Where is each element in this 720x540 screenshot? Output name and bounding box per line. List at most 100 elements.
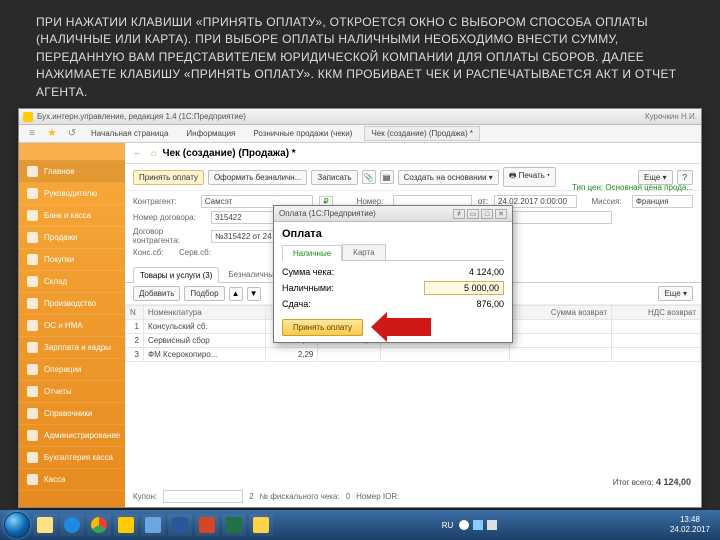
home-icon — [27, 166, 38, 177]
sidebar: Главное Руководителю Банк и касса Продаж… — [19, 143, 125, 507]
menu-icon[interactable]: ≡ — [25, 127, 39, 141]
label-cash: Наличными: — [282, 283, 334, 293]
favorite-icon[interactable]: ★ — [45, 127, 59, 141]
input-cash[interactable]: 5 000,00 — [424, 281, 504, 295]
grid-down-icon[interactable]: ▼ — [247, 287, 261, 301]
noncash-button[interactable]: Оформить безналичн... — [208, 170, 307, 185]
write-button[interactable]: Записать — [311, 170, 357, 185]
salary-icon — [27, 342, 38, 353]
top-toolbar: ≡ ★ ↺ Начальная страница Информация Розн… — [19, 125, 701, 143]
label-fiscal: № фискального чека: — [260, 492, 340, 501]
tray-sound-icon[interactable] — [487, 520, 497, 530]
notes-icon[interactable]: ▤ — [380, 170, 394, 184]
bank-icon — [27, 210, 38, 221]
tray-icon[interactable] — [459, 520, 469, 530]
sidebar-item-salary[interactable]: Зарплата и кадры — [19, 337, 125, 359]
sidebar-item-admin[interactable]: Администрирование — [19, 425, 125, 447]
dict-icon — [27, 408, 38, 419]
taskbar-explorer-icon[interactable] — [33, 514, 57, 536]
home-nav-icon[interactable]: ⌂ — [151, 148, 156, 158]
current-user: Курочкин Н.И. — [645, 112, 697, 121]
input-coupon[interactable] — [163, 490, 243, 503]
label-mission: Миссия: — [591, 197, 625, 206]
label-kons: Конс.сб: — [133, 248, 173, 257]
label-contract: Договор контрагента: — [133, 227, 205, 245]
grid-more-button[interactable]: Еще ▾ — [658, 286, 693, 301]
input-mission[interactable]: Франция — [632, 195, 693, 208]
dlg-close-icon[interactable]: ✕ — [495, 209, 507, 219]
sidebar-item-main[interactable]: Главное — [19, 161, 125, 183]
tab-retail[interactable]: Розничные продажи (чеки) — [247, 127, 358, 140]
sidebar-item-dictionaries[interactable]: Справочники — [19, 403, 125, 425]
label-ior: Номер IOR: — [356, 492, 399, 501]
tab-start[interactable]: Начальная страница — [85, 127, 174, 140]
taskbar-clock[interactable]: 13:48 24.02.2017 — [664, 515, 716, 534]
kassa-icon — [27, 452, 38, 463]
value-change: 876,00 — [424, 299, 504, 309]
window-title: Бух.интерн.управление, редакция 1.4 (1С:… — [37, 112, 246, 121]
tab-goods[interactable]: Товары и услуги (3) — [133, 267, 219, 283]
attach-icon[interactable]: 📎 — [362, 170, 376, 184]
sidebar-item-sales[interactable]: Продажи — [19, 227, 125, 249]
windows-taskbar: RU 13:48 24.02.2017 — [0, 510, 720, 540]
assets-icon — [27, 320, 38, 331]
sidebar-item-kassa[interactable]: Касса — [19, 469, 125, 491]
dlg-tool-icon[interactable]: ҂ — [453, 209, 465, 219]
fiscal-value: 2 — [249, 492, 253, 501]
dialog-accept-button[interactable]: Принять оплату — [282, 319, 363, 336]
taskbar-app-icon[interactable] — [141, 514, 165, 536]
taskbar-yandex-icon[interactable] — [114, 514, 138, 536]
sidebar-item-operations[interactable]: Операции — [19, 359, 125, 381]
callout-arrow — [385, 318, 431, 336]
onec-window: Бух.интерн.управление, редакция 1.4 (1С:… — [18, 108, 702, 508]
tab-card[interactable]: Карта — [342, 244, 385, 260]
sidebar-item-bank[interactable]: Банк и касса — [19, 205, 125, 227]
taskbar-word-icon[interactable] — [168, 514, 192, 536]
tab-info[interactable]: Информация — [180, 127, 241, 140]
grid-fill-button[interactable]: Подбор — [184, 286, 224, 301]
warehouse-icon — [27, 276, 38, 287]
purchase-icon — [27, 254, 38, 265]
reports-icon — [27, 386, 38, 397]
tab-cheque[interactable]: Чек (создание) (Продажа) * — [364, 126, 480, 141]
sidebar-item-manager[interactable]: Руководителю — [19, 183, 125, 205]
dlg-min-icon[interactable]: ▭ — [467, 209, 479, 219]
col-n: N — [126, 306, 144, 320]
ior-value: 0 — [346, 492, 350, 501]
operations-icon — [27, 364, 38, 375]
table-row: 3ФМ Ксерокопиро...2,29 — [126, 348, 701, 362]
history-icon[interactable]: ↺ — [65, 127, 79, 141]
tray-network-icon[interactable] — [473, 520, 483, 530]
print-button[interactable]: 🖶 Печать ▾ — [503, 167, 556, 187]
sidebar-item-assets[interactable]: ОС и НМА — [19, 315, 125, 337]
grand-total: Итог всего: 4 124,00 — [613, 477, 691, 487]
create-based-button[interactable]: Создать на основании ▾ — [398, 170, 499, 185]
sidebar-item-buhkassa[interactable]: Бухгалтерия касса — [19, 447, 125, 469]
taskbar-excel-icon[interactable] — [222, 514, 246, 536]
back-icon[interactable]: ← — [133, 147, 145, 159]
taskbar-onec-icon[interactable] — [249, 514, 273, 536]
sidebar-item-warehouse[interactable]: Склад — [19, 271, 125, 293]
label-coupon: Купон: — [133, 492, 157, 501]
taskbar-ie-icon[interactable] — [60, 514, 84, 536]
price-type-link[interactable]: Тип цен: Основная цена прода... — [572, 183, 693, 194]
tab-cash[interactable]: Наличные — [282, 245, 342, 261]
start-button[interactable] — [4, 512, 30, 538]
value-cheque-sum: 4 124,00 — [424, 267, 504, 277]
label-counterparty: Контрагент: — [133, 197, 195, 206]
sidebar-item-purchases[interactable]: Покупки — [19, 249, 125, 271]
taskbar-chrome-icon[interactable] — [87, 514, 111, 536]
taskbar-ppt-icon[interactable] — [195, 514, 219, 536]
dlg-max-icon[interactable]: □ — [481, 209, 493, 219]
dialog-window-title: Оплата (1С:Предприятие) — [279, 209, 376, 218]
label-serv: Серв.сб: — [179, 248, 219, 257]
sidebar-item-production[interactable]: Производство — [19, 293, 125, 315]
grid-up-icon[interactable]: ▲ — [229, 287, 243, 301]
label-change: Сдача: — [282, 299, 311, 309]
col-sumret: Сумма возврат — [510, 306, 612, 320]
accept-payment-button[interactable]: Принять оплату — [133, 170, 204, 185]
grid-add-button[interactable]: Добавить — [133, 286, 180, 301]
onec-icon — [23, 112, 33, 122]
sidebar-item-reports[interactable]: Отчеты — [19, 381, 125, 403]
language-indicator[interactable]: RU — [438, 521, 458, 530]
